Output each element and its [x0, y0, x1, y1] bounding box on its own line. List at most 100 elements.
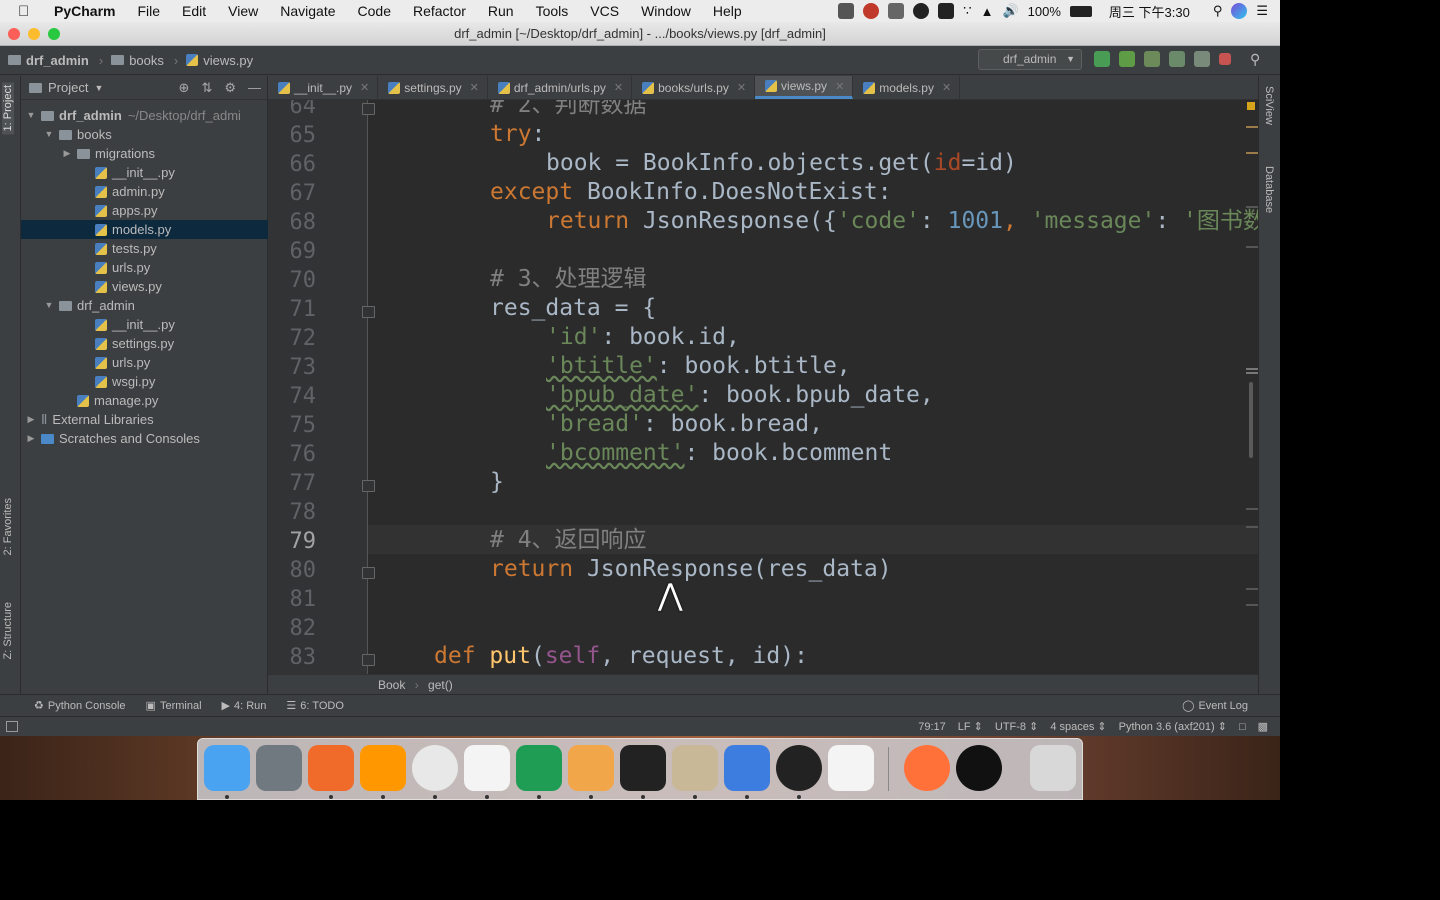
chevron-right-icon[interactable]: ▶ — [61, 144, 73, 163]
project-tool-tab[interactable]: 1: Project — [2, 82, 14, 135]
rerun-icon[interactable] — [1094, 51, 1110, 67]
dock-instastats-icon[interactable] — [568, 745, 614, 791]
code-editor[interactable]: 64 65 66 67 68 69 70 71 72 73 74 75 76 77 78 79 80 81 82 83… — [268, 100, 1258, 696]
line-number[interactable]: 65 — [268, 123, 317, 148]
structure-tool-tab[interactable]: Z: Structure — [2, 602, 14, 659]
menu-window[interactable]: Window — [641, 3, 691, 19]
event-log-button[interactable]: ◯ Event Log — [1182, 699, 1248, 713]
tree-item[interactable]: manage.py — [21, 391, 268, 410]
fold-marker-icon[interactable] — [362, 480, 375, 492]
dock-trash-icon[interactable] — [1030, 745, 1076, 791]
menu-run[interactable]: Run — [488, 3, 514, 19]
error-stripe-mark[interactable] — [1246, 526, 1258, 528]
close-window-button[interactable] — [8, 28, 20, 40]
tree-item[interactable]: __init__.py — [21, 315, 268, 334]
fold-marker-icon[interactable] — [362, 103, 375, 115]
database-tool-tab[interactable]: Database — [1263, 166, 1275, 213]
chevron-down-icon[interactable]: ▼ — [25, 106, 37, 125]
tree-item[interactable]: wsgi.py — [21, 372, 268, 391]
menu-refactor[interactable]: Refactor — [413, 3, 466, 19]
eject-icon[interactable]: ▲ — [981, 4, 994, 19]
gear-icon[interactable]: ⚙ — [224, 80, 236, 96]
locate-icon[interactable]: ⊕ — [179, 80, 190, 96]
line-number[interactable]: 81 — [268, 587, 317, 612]
line-number[interactable]: 79 — [268, 529, 317, 554]
dock-terminal-icon[interactable] — [620, 745, 666, 791]
line-number[interactable]: 72 — [268, 326, 317, 351]
line-number[interactable]: 64 — [268, 100, 317, 119]
dock-pycharm-icon[interactable] — [516, 745, 562, 791]
tab-drf-admin-urls[interactable]: drf_admin/urls.py ✕ — [488, 76, 633, 99]
indent-selector[interactable]: 4 spaces ⇕ — [1050, 720, 1106, 733]
minimize-window-button[interactable] — [28, 28, 40, 40]
line-number[interactable]: 78 — [268, 500, 317, 525]
python-console-button[interactable]: ♻ Python Console — [34, 699, 126, 713]
breadcrumb-method[interactable]: get() — [428, 678, 453, 692]
dock-infuse-icon[interactable] — [956, 745, 1002, 791]
tab-books-urls[interactable]: books/urls.py ✕ — [632, 76, 756, 99]
caret-position[interactable]: 79:17 — [918, 721, 946, 733]
line-number[interactable]: 73 — [268, 355, 317, 380]
sciview-tool-tab[interactable]: SciView — [1263, 86, 1275, 125]
vertical-scrollbar[interactable] — [1249, 382, 1253, 458]
fold-marker-icon[interactable] — [362, 306, 375, 318]
nav-crumb-books[interactable]: books — [111, 53, 164, 68]
dock-screens-icon[interactable] — [724, 745, 770, 791]
breadcrumb-class[interactable]: Book — [378, 678, 405, 692]
tree-item[interactable]: ▶ Scratches and Consoles — [21, 429, 268, 448]
menu-app-name[interactable]: PyCharm — [54, 3, 115, 19]
notification-center-icon[interactable]: ☰ — [1256, 3, 1268, 19]
wifi-icon[interactable]: ∵ — [963, 3, 971, 19]
menu-vcs[interactable]: VCS — [590, 3, 619, 19]
close-icon[interactable]: ✕ — [942, 81, 951, 94]
battery-icon[interactable] — [1069, 5, 1092, 17]
menu-file[interactable]: File — [137, 3, 160, 19]
run-button[interactable]: ▶ 4: Run — [222, 699, 267, 713]
close-icon[interactable]: ✕ — [360, 81, 369, 94]
tree-item[interactable]: admin.py — [21, 182, 268, 201]
encoding-selector[interactable]: UTF-8 ⇕ — [995, 720, 1038, 733]
line-number[interactable]: 82 — [268, 616, 317, 641]
chevron-right-icon[interactable]: ▶ — [25, 410, 37, 429]
error-stripe-mark[interactable] — [1246, 246, 1258, 248]
line-number[interactable]: 77 — [268, 471, 317, 496]
line-number[interactable]: 66 — [268, 152, 317, 177]
interpreter-selector[interactable]: Python 3.6 (axf201) ⇕ — [1119, 720, 1227, 733]
favorites-tool-tab[interactable]: 2: Favorites — [2, 498, 14, 555]
nav-crumb-file[interactable]: views.py — [186, 53, 253, 68]
dock-finder-icon[interactable] — [204, 745, 250, 791]
status-toggle-icon[interactable] — [6, 721, 18, 732]
error-stripe-mark[interactable] — [1246, 126, 1258, 128]
close-icon[interactable]: ✕ — [737, 81, 746, 94]
chevron-down-icon[interactable]: ▼ — [43, 125, 55, 144]
close-icon[interactable]: ✕ — [470, 81, 479, 94]
error-stripe-mark[interactable] — [1246, 368, 1258, 370]
tree-item[interactable]: urls.py — [21, 353, 268, 372]
line-number[interactable]: 68 — [268, 210, 317, 235]
nav-crumb-project[interactable]: drf_admin — [8, 53, 89, 68]
tab-views[interactable]: views.py ✕ — [755, 76, 854, 99]
dock-launchpad-icon[interactable] — [256, 745, 302, 791]
line-separator-selector[interactable]: LF ⇕ — [958, 720, 983, 733]
menu-tools[interactable]: Tools — [536, 3, 569, 19]
stop-icon[interactable] — [1219, 53, 1231, 65]
menu-navigate[interactable]: Navigate — [280, 3, 335, 19]
volume-icon[interactable]: 🔊 — [1002, 3, 1018, 19]
tree-item[interactable]: ▼ books — [21, 125, 268, 144]
error-stripe-mark[interactable] — [1246, 152, 1258, 154]
project-view-selector[interactable]: Project — [48, 80, 88, 95]
line-number[interactable]: 76 — [268, 442, 317, 467]
tree-item[interactable]: ▶ Ⅱ External Libraries — [21, 410, 268, 429]
trash-icon[interactable]: ▩ — [1258, 720, 1268, 733]
chevron-down-icon[interactable]: ▼ — [94, 83, 103, 93]
send-icon[interactable] — [888, 3, 905, 19]
tab-init[interactable]: __init__.py ✕ — [268, 76, 379, 99]
fold-marker-icon[interactable] — [362, 567, 375, 579]
line-number[interactable]: 75 — [268, 413, 317, 438]
line-number[interactable]: 83 — [268, 645, 317, 670]
line-number[interactable]: 74 — [268, 384, 317, 409]
error-stripe-mark[interactable] — [1246, 604, 1258, 606]
menu-view[interactable]: View — [228, 3, 258, 19]
tree-item[interactable]: __init__.py — [21, 163, 268, 182]
hide-panel-icon[interactable]: — — [248, 80, 261, 96]
